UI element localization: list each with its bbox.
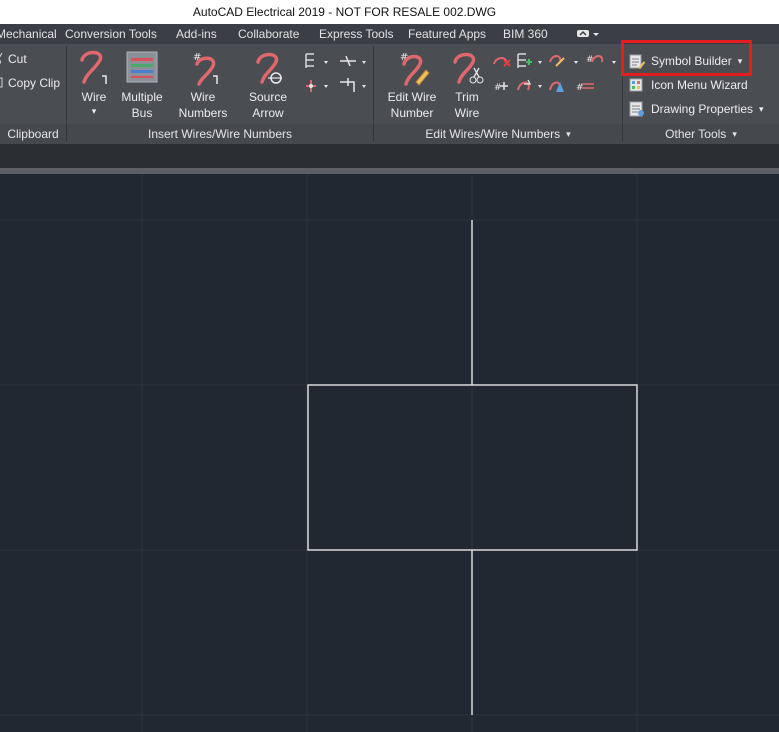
cut-label: Cut [8, 52, 27, 66]
multiple-bus-label-1: Multiple [121, 90, 163, 104]
source-arrow-label-1: Source [248, 90, 288, 104]
edit-wires-panel-caret[interactable]: ▾ [566, 129, 571, 140]
wire-numbers-label-1: Wire [190, 90, 216, 104]
drawing-properties-icon [629, 101, 644, 117]
other-tools-panel-caret[interactable]: ▾ [732, 129, 737, 140]
edit-wires-panel-label: Edit Wires/Wire Numbers [425, 127, 561, 141]
multiple-bus-label-2: Bus [131, 106, 153, 120]
edit-small-tools-icons[interactable]: # # # [490, 50, 620, 100]
scissors-icon [0, 52, 3, 65]
ribbon-options-dropdown[interactable] [576, 27, 600, 44]
multiple-bus-button[interactable]: Multiple Bus [116, 48, 168, 120]
tab-mechanical[interactable]: Mechanical [0, 27, 57, 41]
svg-text:#: # [494, 83, 502, 93]
copy-icon [0, 77, 3, 88]
canvas-grid [0, 174, 779, 732]
window-title: AutoCAD Electrical 2019 - NOT FOR RESALE… [192, 5, 497, 19]
panel-title-edit-wires[interactable]: Edit Wires/Wire Numbers ▾ [374, 124, 622, 144]
trim-wire-label-1: Trim [455, 90, 479, 104]
edit-wire-number-label-1: Edit Wire [387, 90, 437, 104]
panel-title-clipboard: Clipboard [0, 124, 66, 144]
trim-wire-button[interactable]: Trim Wire [446, 48, 488, 120]
drawing-properties-dropdown-caret[interactable]: ▾ [759, 104, 764, 115]
clipboard-panel-label: Clipboard [7, 127, 59, 141]
edit-wire-number-label-2: Number [390, 106, 434, 120]
icon-menu-wizard-icon [629, 78, 643, 92]
source-arrow-label-2: Arrow [252, 106, 284, 120]
icon-menu-wizard-label: Icon Menu Wizard [651, 78, 748, 92]
cut-button[interactable]: Cut [0, 52, 27, 66]
insert-wires-panel-label: Insert Wires/Wire Numbers [147, 127, 293, 141]
symbol-builder-highlight-box [621, 40, 752, 76]
edit-wire-number-icon: # [400, 52, 430, 86]
multiple-bus-icon [126, 51, 158, 83]
tab-collaborate[interactable]: Collaborate [238, 27, 299, 41]
wire-numbers-label-2: Numbers [178, 106, 228, 120]
drawing-canvas[interactable] [0, 174, 779, 732]
other-tools-panel-label: Other Tools [665, 127, 727, 141]
trim-wire-label-2: Wire [454, 106, 480, 120]
tab-conversion-tools[interactable]: Conversion Tools [65, 27, 157, 41]
tab-bim-360[interactable]: BIM 360 [503, 27, 548, 41]
tab-add-ins[interactable]: Add-ins [176, 27, 217, 41]
file-tab-bar [0, 144, 779, 168]
wire-icon [80, 50, 107, 84]
copy-clip-button[interactable]: Copy Clip [0, 76, 60, 90]
drawing-properties-button[interactable]: Drawing Properties ▾ [628, 100, 764, 118]
copy-clip-label: Copy Clip [8, 76, 61, 90]
source-arrow-button[interactable]: Source Arrow [240, 48, 296, 120]
wire-dropdown-caret[interactable]: ▾ [74, 104, 114, 118]
title-bar: AutoCAD Electrical 2019 - NOT FOR RESALE… [0, 0, 779, 24]
source-arrow-icon [256, 52, 282, 84]
ribbon-toggle-icon [577, 30, 599, 37]
trim-wire-icon [453, 52, 484, 84]
icon-menu-wizard-button[interactable]: Icon Menu Wizard [628, 76, 748, 94]
panel-title-insert-wires: Insert Wires/Wire Numbers [67, 124, 373, 144]
panel-title-other-tools[interactable]: Other Tools ▾ [623, 124, 779, 144]
wire-numbers-button[interactable]: # Wire Numbers [172, 48, 234, 120]
wire-numbers-icon: # [193, 52, 218, 86]
tab-express-tools[interactable]: Express Tools [319, 27, 393, 41]
insert-small-tools-icons[interactable] [302, 50, 372, 100]
tab-featured-apps[interactable]: Featured Apps [408, 27, 486, 41]
wire-button[interactable]: Wire ▾ [74, 48, 114, 118]
drawing-properties-label: Drawing Properties [651, 102, 754, 116]
edit-wire-number-button[interactable]: # Edit Wire Number [384, 48, 440, 120]
wire-label: Wire [81, 90, 107, 104]
